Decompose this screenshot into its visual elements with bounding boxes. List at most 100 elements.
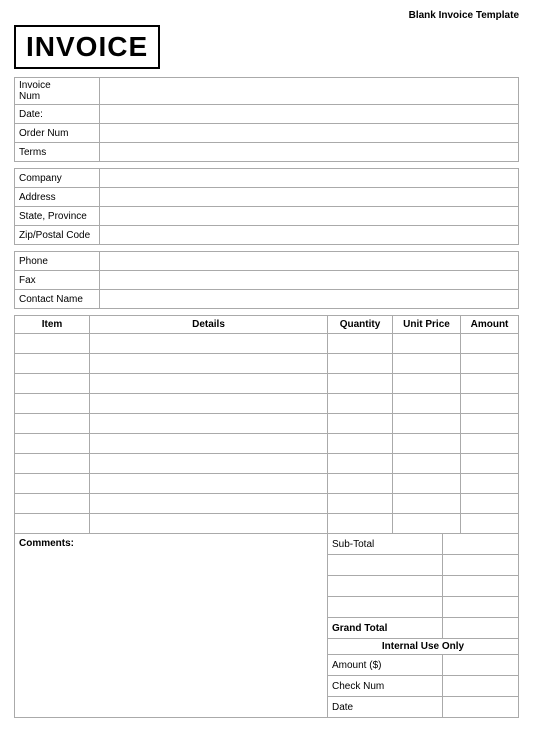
cell-item	[15, 454, 90, 474]
input-amount-7[interactable]	[461, 474, 518, 493]
blank-input-2[interactable]	[443, 576, 518, 596]
phone-label: Phone	[15, 252, 100, 270]
internal-date-input[interactable]	[443, 697, 518, 717]
cell-quantity	[328, 354, 393, 374]
cell-quantity	[328, 494, 393, 514]
state-province-input[interactable]	[100, 207, 518, 225]
contact-name-input[interactable]	[100, 290, 518, 308]
cell-quantity	[328, 454, 393, 474]
input-amount-2[interactable]	[461, 374, 518, 393]
input-unit-price-7[interactable]	[393, 474, 460, 493]
blank-row-1	[328, 555, 518, 576]
zip-postal-row: Zip/Postal Code	[15, 226, 518, 244]
fax-label: Fax	[15, 271, 100, 289]
input-quantity-6[interactable]	[328, 454, 392, 473]
input-unit-price-6[interactable]	[393, 454, 460, 473]
input-amount-8[interactable]	[461, 494, 518, 513]
input-amount-1[interactable]	[461, 354, 518, 373]
input-item-4[interactable]	[15, 414, 89, 433]
input-quantity-2[interactable]	[328, 374, 392, 393]
input-quantity-1[interactable]	[328, 354, 392, 373]
blank-input-3[interactable]	[443, 597, 518, 617]
input-quantity-5[interactable]	[328, 434, 392, 453]
cell-unit-price	[393, 514, 461, 534]
cell-amount	[461, 434, 519, 454]
input-unit-price-0[interactable]	[393, 334, 460, 353]
input-item-1[interactable]	[15, 354, 89, 373]
address-input[interactable]	[100, 188, 518, 206]
internal-date-label: Date	[328, 697, 443, 717]
check-num-input[interactable]	[443, 676, 518, 696]
cell-quantity	[328, 394, 393, 414]
cell-amount	[461, 354, 519, 374]
input-details-1[interactable]	[90, 354, 327, 373]
input-unit-price-1[interactable]	[393, 354, 460, 373]
input-item-6[interactable]	[15, 454, 89, 473]
address-row: Address	[15, 188, 518, 207]
amount-input[interactable]	[443, 655, 518, 675]
comments-input[interactable]	[19, 551, 323, 661]
cell-quantity	[328, 374, 393, 394]
cell-item	[15, 394, 90, 414]
col-header-item: Item	[15, 316, 90, 334]
fax-input[interactable]	[100, 271, 518, 289]
input-details-0[interactable]	[90, 334, 327, 353]
input-unit-price-2[interactable]	[393, 374, 460, 393]
order-num-input[interactable]	[100, 124, 518, 142]
invoice-num-input[interactable]	[100, 78, 518, 96]
input-amount-0[interactable]	[461, 334, 518, 353]
terms-row: Terms	[15, 143, 518, 161]
bottom-section: Comments: Sub-Total Grand Total Internal…	[14, 534, 519, 718]
input-quantity-4[interactable]	[328, 414, 392, 433]
cell-quantity	[328, 474, 393, 494]
input-details-9[interactable]	[90, 514, 327, 533]
company-input[interactable]	[100, 169, 518, 187]
input-quantity-0[interactable]	[328, 334, 392, 353]
input-unit-price-3[interactable]	[393, 394, 460, 413]
table-row	[15, 414, 519, 434]
input-item-7[interactable]	[15, 474, 89, 493]
input-details-3[interactable]	[90, 394, 327, 413]
input-details-6[interactable]	[90, 454, 327, 473]
input-details-5[interactable]	[90, 434, 327, 453]
input-unit-price-5[interactable]	[393, 434, 460, 453]
input-details-8[interactable]	[90, 494, 327, 513]
input-amount-6[interactable]	[461, 454, 518, 473]
input-quantity-7[interactable]	[328, 474, 392, 493]
zip-postal-input[interactable]	[100, 226, 518, 244]
input-item-9[interactable]	[15, 514, 89, 533]
date-row: Date:	[15, 105, 518, 124]
sub-total-row: Sub-Total	[328, 534, 518, 555]
input-item-0[interactable]	[15, 334, 89, 353]
input-unit-price-4[interactable]	[393, 414, 460, 433]
grand-total-input[interactable]	[443, 618, 518, 638]
input-quantity-9[interactable]	[328, 514, 392, 533]
blank-input-1[interactable]	[443, 555, 518, 575]
input-unit-price-8[interactable]	[393, 494, 460, 513]
state-province-row: State, Province	[15, 207, 518, 226]
input-item-8[interactable]	[15, 494, 89, 513]
cell-unit-price	[393, 474, 461, 494]
input-details-7[interactable]	[90, 474, 327, 493]
cell-unit-price	[393, 434, 461, 454]
input-amount-5[interactable]	[461, 434, 518, 453]
input-amount-9[interactable]	[461, 514, 518, 533]
phone-input[interactable]	[100, 252, 518, 270]
input-unit-price-9[interactable]	[393, 514, 460, 533]
input-quantity-8[interactable]	[328, 494, 392, 513]
cell-unit-price	[393, 494, 461, 514]
input-item-3[interactable]	[15, 394, 89, 413]
input-details-2[interactable]	[90, 374, 327, 393]
input-quantity-3[interactable]	[328, 394, 392, 413]
input-item-2[interactable]	[15, 374, 89, 393]
check-num-label: Check Num	[328, 676, 443, 696]
input-amount-3[interactable]	[461, 394, 518, 413]
input-amount-4[interactable]	[461, 414, 518, 433]
input-item-5[interactable]	[15, 434, 89, 453]
date-input[interactable]	[100, 105, 518, 123]
info-section: InvoiceNum Date: Order Num Terms	[14, 77, 519, 162]
input-details-4[interactable]	[90, 414, 327, 433]
order-num-label: Order Num	[15, 124, 100, 142]
sub-total-input[interactable]	[443, 534, 518, 554]
terms-input[interactable]	[100, 143, 518, 161]
